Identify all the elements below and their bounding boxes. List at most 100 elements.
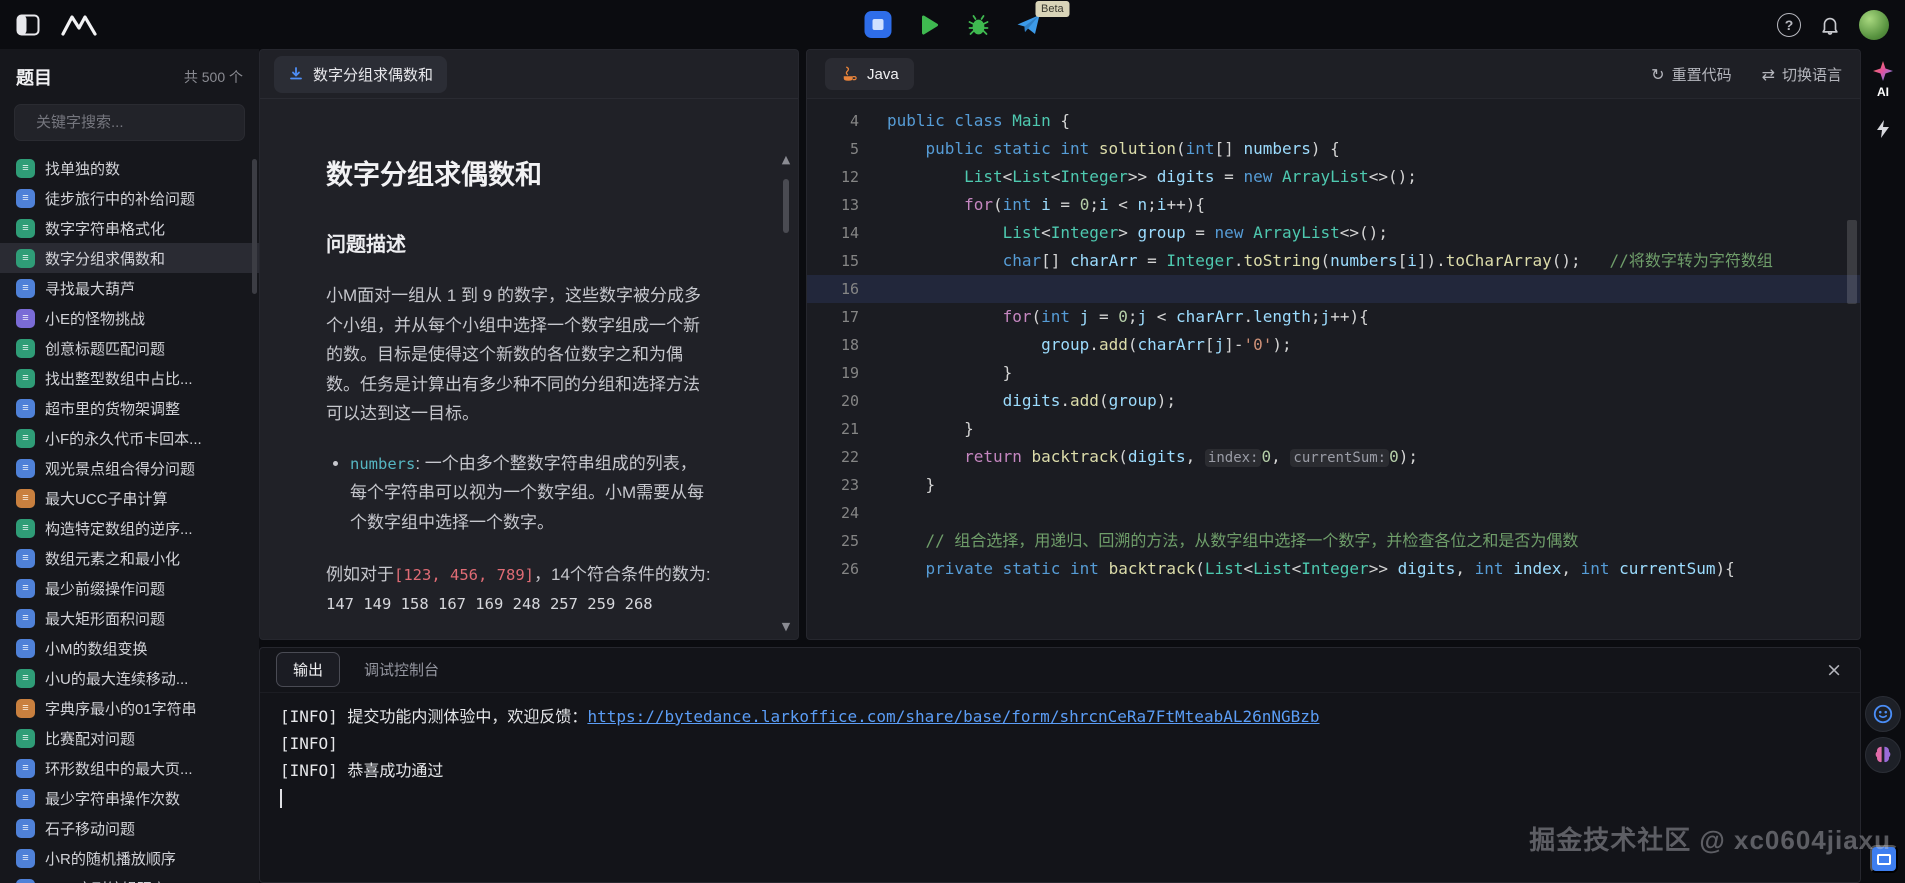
code-line[interactable]: 25 // 组合选择，用递归、回溯的方法，从数字组中选择一个数字，并检查各位之和… [807,527,1860,555]
app: Beta ? 题目 共 500 个 ≡ 找单独的数 ≡ 徒步旅行中的补给问题 ≡ 数字字符… [0,0,1905,883]
run-button[interactable] [915,12,941,38]
sidebar-item[interactable]: ≡ 数字分组求偶数和 [0,243,259,273]
code-line[interactable]: 24 [807,499,1860,527]
app-logo[interactable] [60,13,98,37]
example-prefix: 例如对于 [326,564,394,584]
search-input[interactable] [36,114,235,131]
line-number: 4 [849,112,859,130]
topbar-left [16,13,98,37]
panel-toggle-button[interactable] [1870,845,1898,873]
sidebar-item[interactable]: ≡ 最少字符串操作次数 [0,783,259,813]
sidebar-item[interactable]: ≡ 找单独的数 [0,153,259,183]
problem-type-icon: ≡ [16,218,35,238]
sidebar-item[interactable]: ≡ 比赛配对问题 [0,723,259,753]
sidebar-item-label: 最大矩形面积问题 [45,610,166,628]
code-line[interactable]: 13 for(int i = 0;i < n;i++){ [807,191,1860,219]
problem-type-icon: ≡ [16,518,35,538]
code-line[interactable]: 16 [807,275,1860,303]
sidebar-item-label: 数字字符串格式化 [45,220,166,238]
scroll-up-arrow[interactable]: ▲ [778,153,794,166]
code-line[interactable]: 26 private static int backtrack(List<Lis… [807,555,1860,583]
problem-count: 共 500 个 [183,69,243,85]
sidebar-item[interactable]: ≡ 小U的最大连续移动... [0,663,259,693]
avatar[interactable] [1859,9,1889,40]
editor-scrollbar-thumb[interactable] [1847,220,1857,304]
problem-type-icon: ≡ [16,398,35,418]
sidebar-item[interactable]: ≡ 小M的数组变换 [0,633,259,663]
console-close-button[interactable]: × [1826,659,1842,681]
sidebar-item[interactable]: ≡ 数组元素之和最小化 [0,543,259,573]
download-icon [290,67,302,80]
search-box[interactable] [14,104,245,141]
ai-assistant-button[interactable]: AI [1871,59,1895,99]
sidebar-item[interactable]: ≡ 构造特定数组的逆序... [0,513,259,543]
example-code: [123, 456, 789] [394,565,534,584]
sidebar-item[interactable]: ≡ 环形数组中的最大页... [0,753,259,783]
problem-badge[interactable]: 数字分组求偶数和 [274,55,448,93]
problem-type-icon: ≡ [16,248,35,268]
sidebar-item-label: 找单独的数 [45,160,121,178]
sidebar-item[interactable]: ≡ DNA序列编辑距离 [0,873,259,883]
code-line[interactable]: 4 public class Main { [807,107,1860,135]
lightning-icon [1877,120,1889,138]
sidebar-item[interactable]: ≡ 石子移动问题 [0,813,259,843]
support-button[interactable] [1865,696,1901,732]
sidebar-item[interactable]: ≡ 字典序最小的01字符串 [0,693,259,723]
sidebar-item[interactable]: ≡ 观光景点组合得分问题 [0,453,259,483]
line-number: 14 [840,224,859,242]
code-line[interactable]: 19 } [807,359,1860,387]
problem-scrollbar: ▲ ▼ [778,153,794,633]
sidebar-scrollbar[interactable] [252,159,257,294]
tools-button[interactable] [1873,119,1893,139]
sidebar-item-label: 小M的数组变换 [45,640,148,658]
language-tab-label: Java [867,65,899,83]
sidebar-title: 题目 [16,68,52,88]
ai-sparkle-icon [1873,61,1893,81]
line-number: 15 [840,252,859,270]
sidebar-item[interactable]: ≡ 最少前缀操作问题 [0,573,259,603]
code-area[interactable]: 4 public class Main {5 public static int … [807,99,1860,639]
help-button[interactable]: ? [1777,12,1801,37]
code-line[interactable]: 17 for(int j = 0;j < charArr.length;j++)… [807,303,1860,331]
reset-code-button[interactable]: ↻ 重置代码 [1651,64,1731,85]
stop-button[interactable] [864,11,891,38]
sidebar-item[interactable]: ≡ 小F的永久代币卡回本... [0,423,259,453]
code-line[interactable]: 20 digits.add(group); [807,387,1860,415]
code-line[interactable]: 5 public static int solution(int[] numbe… [807,135,1860,163]
line-number: 25 [840,532,859,550]
sidebar-item[interactable]: ≡ 创意标题匹配问题 [0,333,259,363]
switch-language-button[interactable]: ⇄ 切换语言 [1762,64,1842,85]
brain-button[interactable] [1865,737,1901,773]
notifications-button[interactable] [1819,14,1841,36]
sidebar-item[interactable]: ≡ 最大矩形面积问题 [0,603,259,633]
feedback-link[interactable]: https://bytedance.larkoffice.com/share/b… [587,707,1319,726]
code-line[interactable]: 14 List<Integer> group = new ArrayList<>… [807,219,1860,247]
sidebar-item[interactable]: ≡ 小E的怪物挑战 [0,303,259,333]
sidebar-item[interactable]: ≡ 徒步旅行中的补给问题 [0,183,259,213]
parameter-name: numbers [350,454,416,473]
sidebar-item-label: 环形数组中的最大页... [45,760,193,778]
problem-type-icon: ≡ [16,278,35,298]
code-line[interactable]: 15 char[] charArr = Integer.toString(num… [807,247,1860,275]
tab-debug-console[interactable]: 调试控制台 [364,659,439,680]
problem-scrollbar-thumb[interactable] [783,179,789,233]
sidebar-item[interactable]: ≡ 找出整型数组中占比... [0,363,259,393]
code-line[interactable]: 12 List<List<Integer>> digits = new Arra… [807,163,1860,191]
language-tab[interactable]: Java [825,58,914,90]
code-line[interactable]: 23 } [807,471,1860,499]
scroll-down-arrow[interactable]: ▼ [778,620,794,633]
sidebar-item[interactable]: ≡ 最大UCC子串计算 [0,483,259,513]
sidebar-item[interactable]: ≡ 数字字符串格式化 [0,213,259,243]
problem-title: 数字分组求偶数和 [326,160,542,190]
code-line[interactable]: 22 return backtrack(digits, index: 0, cur… [807,443,1860,471]
sidebar-toggle-button[interactable] [16,14,40,36]
tab-output[interactable]: 输出 [276,652,341,688]
sidebar-item[interactable]: ≡ 寻找最大葫芦 [0,273,259,303]
sidebar-item-label: 最大UCC子串计算 [45,490,168,508]
sidebar-item[interactable]: ≡ 超市里的货物架调整 [0,393,259,423]
bell-icon [1822,17,1838,35]
code-line[interactable]: 21 } [807,415,1860,443]
code-line[interactable]: 18 group.add(charArr[j]-'0'); [807,331,1860,359]
sidebar-item[interactable]: ≡ 小R的随机播放顺序 [0,843,259,873]
debug-button[interactable] [965,12,991,38]
